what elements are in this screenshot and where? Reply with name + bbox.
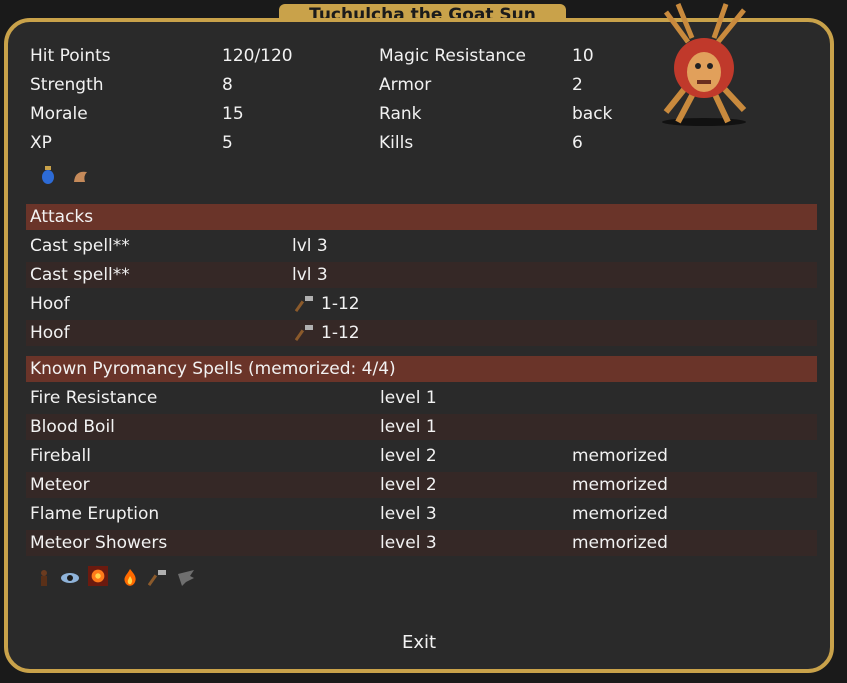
fire-burst-icon[interactable] [88,566,108,586]
spell-level: level 3 [380,533,437,553]
stat-label: Armor [379,75,432,95]
hammer-icon [295,325,313,342]
stat-value: 8 [222,75,233,95]
attack-value: 1-12 [321,294,360,314]
attack-value: 1-12 [321,323,360,343]
spell-name[interactable]: Meteor Showers [30,533,167,553]
spell-name[interactable]: Fire Resistance [30,388,157,408]
stat-label: Rank [379,104,422,124]
creature-portrait [662,3,747,126]
spell-name[interactable]: Blood Boil [30,417,115,437]
stat-value: 6 [572,133,583,153]
attacks-header: Attacks [30,207,94,227]
spell-level: level 1 [380,417,437,437]
horn-icon[interactable] [71,166,91,186]
stat-value: 10 [572,46,594,66]
hammer-icon [295,296,313,313]
spell-level: level 2 [380,446,437,466]
spells-header: Known Pyromancy Spells (memorized: 4/4) [30,359,396,379]
wing-icon[interactable] [176,568,196,588]
attack-name: Hoof [30,323,70,343]
exit-button[interactable]: Exit [402,632,436,653]
stat-value: 2 [572,75,583,95]
spell-status: memorized [572,504,668,524]
spell-level: level 3 [380,504,437,524]
potion-icon[interactable] [38,165,58,185]
attack-value: lvl 3 [292,265,328,285]
spell-name[interactable]: Flame Eruption [30,504,159,524]
stat-value: 5 [222,133,233,153]
attack-value: lvl 3 [292,236,328,256]
spell-level: level 2 [380,475,437,495]
stat-value: 15 [222,104,244,124]
attack-name: Cast spell** [30,236,130,256]
hammer-icon[interactable] [148,568,168,588]
attack-name: Hoof [30,294,70,314]
stat-label: Hit Points [30,46,111,66]
stat-label: Magic Resistance [379,46,526,66]
stat-label: Kills [379,133,414,153]
flame-icon[interactable] [120,568,140,588]
spell-name[interactable]: Fireball [30,446,91,466]
attack-row-band [26,262,817,288]
attack-name: Cast spell** [30,265,130,285]
stat-label: XP [30,133,52,153]
stat-value: 120/120 [222,46,293,66]
spell-status: memorized [572,533,668,553]
spell-status: memorized [572,446,668,466]
spell-level: level 1 [380,388,437,408]
eye-icon[interactable] [60,568,80,588]
figure-icon[interactable] [34,568,54,588]
spell-status: memorized [572,475,668,495]
attacks-header-band [26,204,817,230]
stat-label: Strength [30,75,104,95]
spell-name[interactable]: Meteor [30,475,90,495]
attack-row-band [26,320,817,346]
stat-label: Morale [30,104,88,124]
stat-value: back [572,104,613,124]
